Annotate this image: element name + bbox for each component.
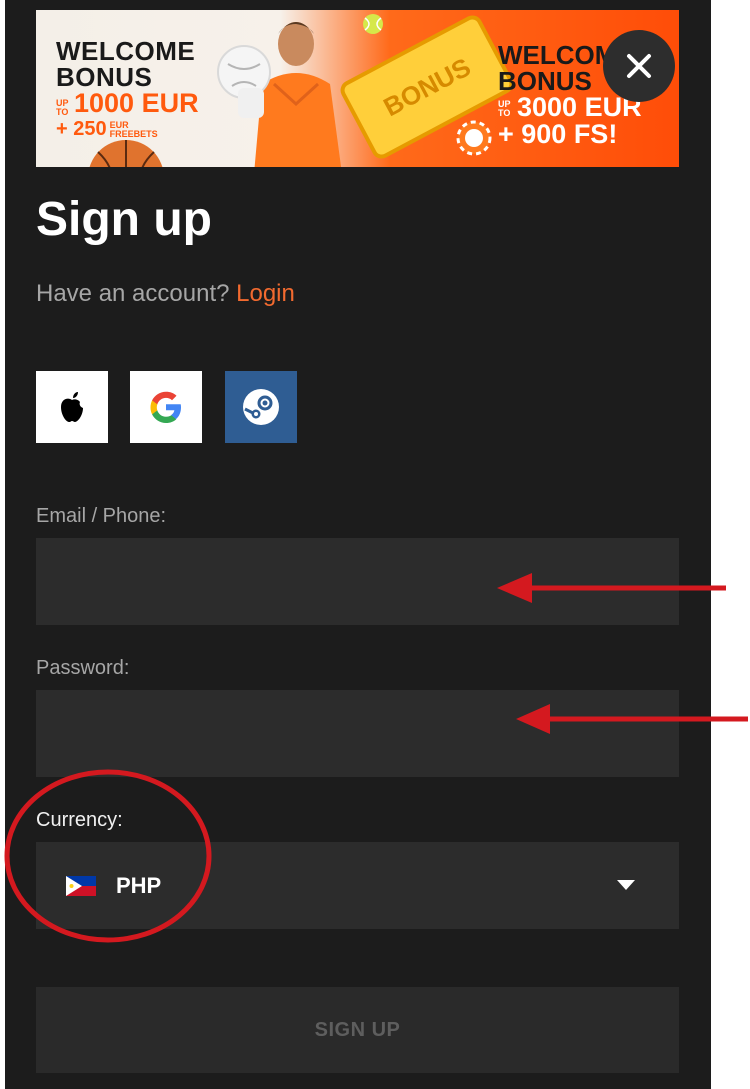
login-link[interactable]: Login (236, 280, 295, 307)
currency-select[interactable]: PHP (36, 842, 679, 929)
chevron-down-icon (617, 880, 635, 890)
casino-chip-icon (456, 120, 492, 156)
steam-signup-button[interactable] (225, 371, 297, 443)
ticket-text: BONUS (378, 51, 476, 122)
currency-value: PHP (116, 872, 162, 898)
welcome-bonus-banner[interactable]: WELCOME BONUS UP TO 1000 EUR + 250 EUR FRE… (36, 10, 679, 167)
currency-label: Currency: (36, 809, 123, 831)
banner-left-line1: WELCOME (56, 36, 196, 66)
banner-left-freebets-unit: EUR FREEBETS (109, 119, 158, 139)
password-field-wrapper (36, 690, 679, 777)
banner-left-line2: BONUS (56, 62, 153, 92)
email-field-wrapper (36, 538, 679, 625)
goalkeeper-illustration (217, 22, 342, 167)
password-input[interactable] (36, 690, 679, 777)
email-phone-input[interactable] (36, 538, 679, 625)
banner-left-upto: UP TO (56, 97, 69, 117)
banner-right-fs: + 900 FS! (498, 119, 618, 149)
apple-icon (61, 392, 83, 422)
banner-left-amount: 1000 EUR (74, 88, 199, 118)
apple-signup-button[interactable] (36, 371, 108, 443)
steam-icon (243, 389, 279, 425)
banner-right-upto: UP TO (498, 98, 511, 118)
tennis-ball-icon (363, 14, 383, 34)
signup-button-label: SIGN UP (314, 1018, 401, 1041)
password-label: Password: (36, 657, 130, 679)
basketball-icon (89, 140, 163, 167)
have-account-label: Have an account? (36, 280, 230, 307)
banner-left-freebets-amount: + 250 (56, 118, 107, 140)
close-button[interactable] (603, 30, 675, 102)
banner-left-text: WELCOME BONUS UP TO 1000 EUR + 250 EUR FRE… (56, 38, 199, 139)
signup-button[interactable]: SIGN UP (36, 987, 679, 1073)
page-title: Sign up (36, 193, 212, 246)
have-account-text: Have an account? Login (36, 280, 295, 308)
philippines-flag-icon (66, 875, 96, 896)
close-icon (627, 54, 651, 78)
email-label: Email / Phone: (36, 505, 167, 527)
google-signup-button[interactable] (130, 371, 202, 443)
google-icon (150, 391, 181, 423)
